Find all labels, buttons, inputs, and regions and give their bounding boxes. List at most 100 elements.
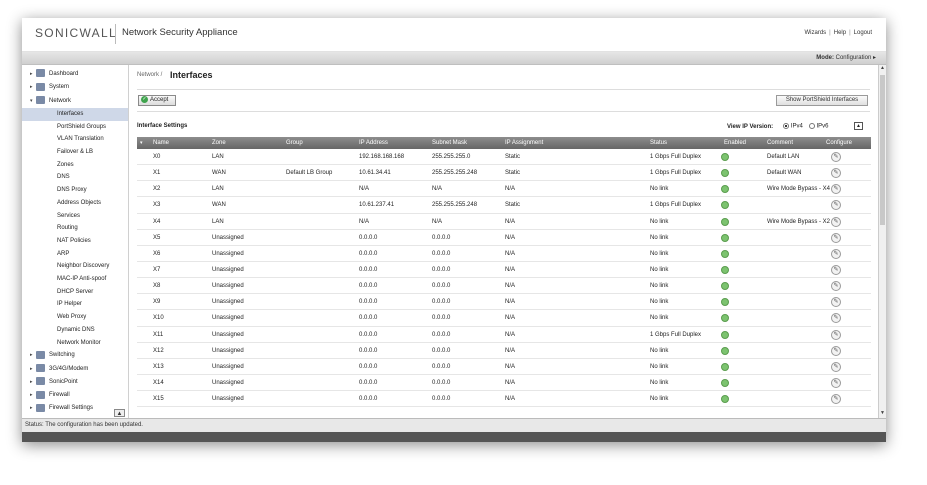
- sidebar-item-address-objects[interactable]: Address Objects: [22, 197, 128, 210]
- configure-edit-icon[interactable]: ✎: [831, 216, 841, 227]
- configure-edit-icon[interactable]: ✎: [831, 377, 841, 388]
- sidebar-item-dns[interactable]: DNS: [22, 171, 128, 184]
- table-row[interactable]: X5 Unassigned 0.0.0.0 0.0.0.0 N/A No link ✎: [137, 230, 871, 246]
- nav-section-icon: [36, 403, 45, 412]
- cell-status: No link: [650, 315, 669, 322]
- taskbar: [22, 432, 886, 442]
- configure-edit-icon[interactable]: ✎: [831, 168, 841, 179]
- configure-edit-icon[interactable]: ✎: [831, 152, 841, 162]
- mode-label: Mode:: [816, 55, 834, 61]
- sidebar-item-sonicpoint[interactable]: ▸ SonicPoint: [22, 376, 128, 389]
- table-row[interactable]: X7 Unassigned 0.0.0.0 0.0.0.0 N/A No link ✎: [137, 262, 871, 279]
- configure-edit-icon[interactable]: ✎: [831, 394, 841, 405]
- vertical-scrollbar[interactable]: ▲ ▼: [878, 65, 886, 418]
- scroll-up-icon[interactable]: ▲: [879, 65, 886, 73]
- sidebar-item-zones[interactable]: Zones: [22, 159, 128, 172]
- configure-edit-icon[interactable]: ✎: [831, 264, 841, 275]
- sidebar-item-services[interactable]: Services: [22, 210, 128, 223]
- ipv6-radio[interactable]: [808, 123, 815, 129]
- cell-name: X1: [153, 170, 161, 177]
- cell-ip-address: 0.0.0.0: [359, 363, 378, 370]
- configure-edit-icon[interactable]: ✎: [831, 297, 841, 308]
- expand-arrow-icon[interactable]: ▸: [30, 81, 35, 94]
- sidebar-item-dynamic-dns[interactable]: Dynamic DNS: [22, 324, 128, 337]
- configure-edit-icon[interactable]: ✎: [831, 329, 841, 340]
- cell-zone: WAN: [212, 202, 226, 209]
- collapse-arrow-icon[interactable]: ▾: [140, 140, 143, 146]
- table-row[interactable]: X2 LAN N/A N/A N/A No link Wire Mode Bypass - …: [137, 181, 871, 198]
- configure-edit-icon[interactable]: ✎: [831, 232, 841, 243]
- ip-version-label: View IP Version:: [727, 123, 774, 130]
- sidebar-item-arp[interactable]: ARP: [22, 248, 128, 261]
- configure-edit-icon[interactable]: ✎: [831, 200, 841, 211]
- sidebar-item-portshield-groups[interactable]: PortShield Groups: [22, 121, 128, 134]
- nav-section-icon: [36, 69, 45, 78]
- sidebar-scroll-up-icon[interactable]: ▲: [114, 409, 125, 417]
- collapse-section-button[interactable]: ▲: [854, 122, 863, 130]
- table-row[interactable]: X11 Unassigned 0.0.0.0 0.0.0.0 N/A 1 Gbps Ful…: [137, 327, 871, 343]
- sidebar-item-web-proxy[interactable]: Web Proxy: [22, 311, 128, 324]
- table-row[interactable]: X3 WAN 10.61.237.41 255.255.255.248 Static 1 …: [137, 197, 871, 214]
- sidebar-item-firewall[interactable]: ▸ Firewall: [22, 389, 128, 402]
- expand-arrow-icon[interactable]: ▸: [30, 389, 35, 402]
- table-row[interactable]: X1 WAN Default LB Group 10.61.34.41 255.255.…: [137, 165, 871, 182]
- configure-edit-icon[interactable]: ✎: [831, 361, 841, 372]
- sidebar-item-dashboard[interactable]: ▸ Dashboard: [22, 68, 128, 81]
- expand-arrow-icon[interactable]: ▸: [30, 376, 35, 389]
- accept-button[interactable]: ✓ Accept: [138, 95, 176, 106]
- expand-arrow-icon[interactable]: ▸: [30, 68, 35, 81]
- sidebar-item-3g-4g-modem[interactable]: ▸ 3G/4G/Modem: [22, 363, 128, 376]
- wizards-link[interactable]: Wizards: [805, 30, 827, 36]
- sidebar-item-dhcp-server[interactable]: DHCP Server: [22, 286, 128, 299]
- cell-subnet-mask: 255.255.255.248: [432, 202, 478, 209]
- scroll-down-icon[interactable]: ▼: [879, 410, 886, 418]
- table-row[interactable]: X10 Unassigned 0.0.0.0 0.0.0.0 N/A No link ✎: [137, 310, 871, 327]
- table-row[interactable]: X8 Unassigned 0.0.0.0 0.0.0.0 N/A No link ✎: [137, 278, 871, 295]
- nav-section-icon: [36, 363, 45, 372]
- ipv4-radio[interactable]: [782, 123, 789, 129]
- table-row[interactable]: X13 Unassigned 0.0.0.0 0.0.0.0 N/A No link ✎: [137, 359, 871, 375]
- cell-ip-assignment: N/A: [505, 186, 516, 193]
- sidebar-item-neighbor-discovery[interactable]: Neighbor Discovery: [22, 260, 128, 273]
- col-ip-assignment: IP Assignment: [505, 140, 544, 146]
- table-row[interactable]: X14 Unassigned 0.0.0.0 0.0.0.0 N/A No link ✎: [137, 375, 871, 392]
- sidebar-item-network-monitor[interactable]: Network Monitor: [22, 337, 128, 350]
- sidebar-item-ip-helper[interactable]: IP Helper: [22, 298, 128, 311]
- sidebar-item-network[interactable]: ▾ Network: [22, 95, 128, 108]
- sidebar-item-failover-lb[interactable]: Failover & LB: [22, 146, 128, 159]
- expand-arrow-icon[interactable]: ▸: [30, 402, 35, 415]
- configure-edit-icon[interactable]: ✎: [831, 184, 841, 195]
- sidebar-item-vlan-translation[interactable]: VLAN Translation: [22, 133, 128, 146]
- table-row[interactable]: X4 LAN N/A N/A N/A No link Wire Mode Bypass - …: [137, 214, 871, 230]
- sidebar-item-interfaces[interactable]: Interfaces: [22, 107, 128, 121]
- table-row[interactable]: X12 Unassigned 0.0.0.0 0.0.0.0 N/A No link ✎: [137, 343, 871, 359]
- sidebar-item-mac-ip-anti-spoof[interactable]: MAC-IP Anti-spoof: [22, 273, 128, 286]
- sidebar-item-nat-policies[interactable]: NAT Policies: [22, 235, 128, 248]
- enabled-check-icon: [721, 153, 729, 161]
- sidebar-item-dns-proxy[interactable]: DNS Proxy: [22, 184, 128, 197]
- configure-edit-icon[interactable]: ✎: [831, 248, 841, 259]
- cell-status: 1 Gbps Full Duplex: [650, 202, 702, 209]
- sidebar-item-firewall-settings[interactable]: ▸ Firewall Settings: [22, 402, 128, 415]
- mode-selector[interactable]: Mode: Configuration ▸: [816, 54, 876, 61]
- help-link[interactable]: Help: [834, 30, 846, 36]
- expand-arrow-icon[interactable]: ▾: [30, 95, 35, 108]
- logout-link[interactable]: Logout: [854, 30, 872, 36]
- sidebar-item-routing[interactable]: Routing: [22, 222, 128, 235]
- configure-edit-icon[interactable]: ✎: [831, 281, 841, 292]
- cell-zone: Unassigned: [212, 299, 244, 306]
- expand-arrow-icon[interactable]: ▸: [30, 349, 35, 362]
- sidebar-item-switching[interactable]: ▸ Switching: [22, 349, 128, 362]
- show-portshield-button[interactable]: Show PortShield Interfaces: [776, 95, 868, 106]
- configure-edit-icon[interactable]: ✎: [831, 313, 841, 324]
- table-row[interactable]: X0 LAN 192.168.168.168 255.255.255.0 Static 1…: [137, 149, 871, 166]
- table-row[interactable]: X15 Unassigned 0.0.0.0 0.0.0.0 N/A No link ✎: [137, 391, 871, 408]
- scroll-thumb[interactable]: [880, 75, 885, 225]
- sidebar-item-system[interactable]: ▸ System: [22, 81, 128, 94]
- breadcrumb[interactable]: Network /: [137, 72, 162, 78]
- nav-section-icon: [36, 96, 45, 105]
- table-row[interactable]: X6 Unassigned 0.0.0.0 0.0.0.0 N/A No link ✎: [137, 246, 871, 262]
- table-row[interactable]: X9 Unassigned 0.0.0.0 0.0.0.0 N/A No link ✎: [137, 294, 871, 311]
- configure-edit-icon[interactable]: ✎: [831, 345, 841, 356]
- expand-arrow-icon[interactable]: ▸: [30, 363, 35, 376]
